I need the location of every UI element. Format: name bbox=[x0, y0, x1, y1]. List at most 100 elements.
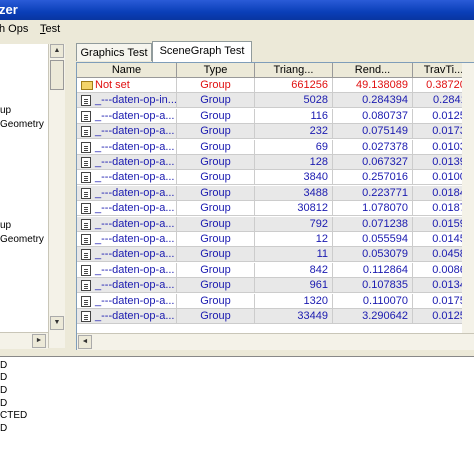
cell-name: _---daten-op-a... bbox=[77, 278, 177, 294]
table-vertical-scrollbar[interactable] bbox=[462, 63, 474, 333]
console-line: D bbox=[0, 360, 8, 371]
scroll-right-icon[interactable]: ► bbox=[32, 334, 46, 348]
tab-scenegraph-test[interactable]: SceneGraph Test bbox=[152, 41, 252, 63]
cell-type: Group bbox=[177, 185, 255, 201]
cell-triangles: 116 bbox=[255, 108, 333, 124]
column-header-triangles[interactable]: Triang... bbox=[255, 63, 333, 78]
table-row[interactable]: _---daten-op-a... Group 1320 0.110070 0.0175… bbox=[77, 293, 473, 309]
cell-render: 0.067327 bbox=[333, 155, 413, 170]
cell-triangles: 12 bbox=[255, 232, 333, 247]
document-icon bbox=[81, 234, 91, 245]
cell-triangles: 69 bbox=[255, 139, 333, 155]
tree-vertical-scrollbar[interactable]: ▲ ▼ bbox=[48, 44, 65, 348]
table-row[interactable]: _---daten-op-a... Group 232 0.075149 0.01732 bbox=[77, 124, 473, 140]
document-icon bbox=[81, 157, 91, 168]
table-row[interactable]: _---daten-op-a... Group 3488 0.223771 0.0184… bbox=[77, 185, 473, 201]
cell-render: 1.078070 bbox=[333, 201, 413, 217]
cell-name: _---daten-op-a... bbox=[77, 201, 177, 217]
cell-type: Group bbox=[177, 108, 255, 124]
cell-type: Group bbox=[177, 201, 255, 217]
menu-item-ops[interactable]: h Ops bbox=[0, 23, 28, 35]
console-line: D bbox=[0, 398, 8, 409]
scenegraph-table: Name Type Triang... Rend... TravTi... No… bbox=[76, 62, 474, 350]
tree-node[interactable]: up bbox=[0, 220, 11, 231]
cell-triangles: 11 bbox=[255, 247, 333, 263]
scroll-up-icon[interactable]: ▲ bbox=[50, 44, 64, 58]
table-row[interactable]: _---daten-op-a... Group 116 0.080737 0.01257 bbox=[77, 108, 473, 124]
cell-triangles: 33449 bbox=[255, 309, 333, 324]
cell-render: 3.290642 bbox=[333, 309, 413, 324]
cell-render: 0.112864 bbox=[333, 262, 413, 278]
cell-type: Group bbox=[177, 293, 255, 309]
table-row[interactable]: Not set Group 661256 49.138089 0.387200 bbox=[77, 78, 473, 93]
cell-name: _---daten-op-a... bbox=[77, 262, 177, 278]
cell-type: Group bbox=[177, 139, 255, 155]
column-header-type[interactable]: Type bbox=[177, 63, 255, 78]
cell-name: _---daten-op-a... bbox=[77, 108, 177, 124]
cell-type: Group bbox=[177, 309, 255, 324]
scroll-down-icon[interactable]: ▼ bbox=[50, 316, 64, 330]
cell-render: 0.053079 bbox=[333, 247, 413, 263]
menu-item-test[interactable]: Test bbox=[40, 23, 60, 35]
cell-type: Group bbox=[177, 170, 255, 186]
table-row[interactable]: _---daten-op-a... Group 12 0.055594 0.01452 bbox=[77, 232, 473, 247]
table-row[interactable]: _---daten-op-in... Group 5028 0.284394 0.284… bbox=[77, 93, 473, 109]
cell-render: 49.138089 bbox=[333, 78, 413, 93]
cell-triangles: 661256 bbox=[255, 78, 333, 93]
cell-render: 0.055594 bbox=[333, 232, 413, 247]
table-row[interactable]: _---daten-op-a... Group 3840 0.257016 0.0100… bbox=[77, 170, 473, 186]
scroll-left-icon[interactable]: ◄ bbox=[78, 335, 92, 349]
document-icon bbox=[81, 311, 91, 322]
folder-icon bbox=[81, 81, 93, 90]
table-row[interactable]: _---daten-op-a... Group 11 0.053079 0.04581 bbox=[77, 247, 473, 263]
table-row[interactable]: _---daten-op-a... Group 842 0.112864 0.00866 bbox=[77, 262, 473, 278]
cell-triangles: 842 bbox=[255, 262, 333, 278]
cell-triangles: 30812 bbox=[255, 201, 333, 217]
table-horizontal-scrollbar[interactable]: ◄ bbox=[77, 333, 474, 350]
document-icon bbox=[81, 141, 91, 153]
console-line: D bbox=[0, 385, 8, 396]
cell-render: 0.107835 bbox=[333, 278, 413, 294]
output-console: D D D D CTED D bbox=[0, 356, 474, 475]
table-row[interactable]: _---daten-op-a... Group 69 0.027378 0.01037 bbox=[77, 139, 473, 155]
cell-type: Group bbox=[177, 278, 255, 294]
console-line: CTED bbox=[0, 410, 28, 421]
title-bar: zer bbox=[0, 0, 474, 20]
cell-render: 0.257016 bbox=[333, 170, 413, 186]
table-row[interactable]: _---daten-op-a... Group 792 0.071238 0.01592 bbox=[77, 216, 473, 232]
cell-triangles: 128 bbox=[255, 155, 333, 170]
menu-bar: h Ops Test bbox=[0, 20, 474, 39]
cell-render: 0.284394 bbox=[333, 93, 413, 109]
cell-render: 0.110070 bbox=[333, 293, 413, 309]
cell-render: 0.223771 bbox=[333, 185, 413, 201]
tab-graphics-test[interactable]: Graphics Test bbox=[76, 43, 152, 61]
cell-triangles: 792 bbox=[255, 216, 333, 232]
column-header-render[interactable]: Rend... bbox=[333, 63, 413, 78]
cell-triangles: 3840 bbox=[255, 170, 333, 186]
tree-node[interactable]: Geometry bbox=[0, 119, 44, 130]
cell-name: _---daten-op-a... bbox=[77, 124, 177, 140]
cell-name: _---daten-op-a... bbox=[77, 139, 177, 155]
document-icon bbox=[81, 187, 91, 199]
table-row[interactable]: _---daten-op-a... Group 30812 1.078070 0.018… bbox=[77, 201, 473, 217]
cell-name: _---daten-op-a... bbox=[77, 185, 177, 201]
console-line: D bbox=[0, 423, 8, 434]
column-header-name[interactable]: Name bbox=[77, 63, 177, 78]
cell-type: Group bbox=[177, 124, 255, 140]
scroll-thumb[interactable] bbox=[50, 60, 64, 90]
table-row[interactable]: _---daten-op-a... Group 33449 3.290642 0.012… bbox=[77, 309, 473, 324]
cell-type: Group bbox=[177, 155, 255, 170]
document-icon bbox=[81, 264, 91, 276]
tree-node[interactable]: up bbox=[0, 105, 11, 116]
cell-type: Group bbox=[177, 262, 255, 278]
scene-tree-panel[interactable]: up Geometry up Geometry bbox=[0, 44, 49, 348]
cell-name: _---daten-op-in... bbox=[77, 93, 177, 109]
table-row[interactable]: _---daten-op-a... Group 961 0.107835 0.01341 bbox=[77, 278, 473, 294]
cell-type: Group bbox=[177, 216, 255, 232]
tree-node[interactable]: Geometry bbox=[0, 234, 44, 245]
cell-triangles: 3488 bbox=[255, 185, 333, 201]
tree-horizontal-scrollbar[interactable]: ► bbox=[0, 332, 48, 349]
document-icon bbox=[81, 218, 91, 230]
document-icon bbox=[81, 126, 91, 138]
table-row[interactable]: _---daten-op-a... Group 128 0.067327 0.01396 bbox=[77, 155, 473, 170]
